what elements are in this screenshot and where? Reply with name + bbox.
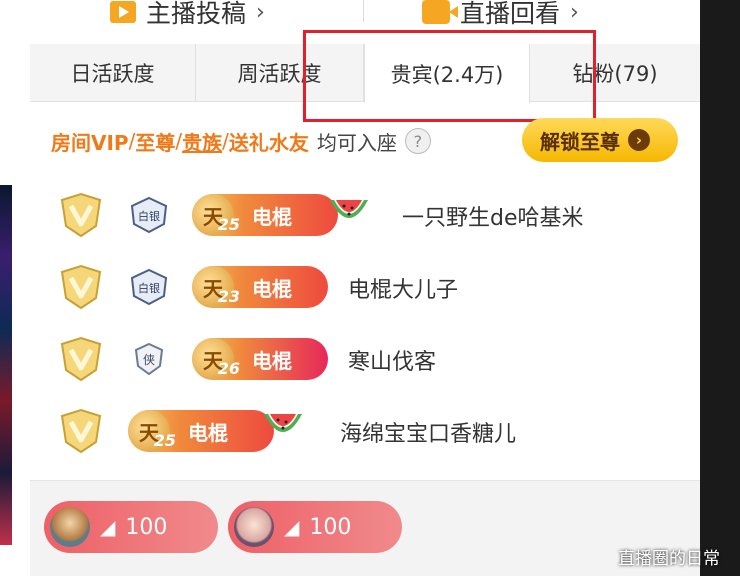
- fan-badge-name: 电棍: [252, 204, 292, 229]
- guest-row[interactable]: 天 25 电棍 海绵宝宝口香糖儿: [30, 400, 700, 460]
- notice-vip: 房间VIP: [51, 130, 129, 155]
- fan-badge-name: 电棍: [252, 348, 292, 373]
- rank-shield-icon: 白银: [130, 196, 168, 234]
- guest-name: 一只野生de哈基米: [402, 206, 584, 231]
- guest-name: 海绵宝宝口香糖儿: [340, 422, 517, 447]
- guest-name: 电棍大儿子: [348, 278, 459, 303]
- notice-separator: /: [222, 129, 229, 153]
- avatar: [50, 507, 90, 547]
- divider: [363, 0, 364, 22]
- notice-suffix: 均可入座: [316, 130, 397, 155]
- anchor-submission-label: 主播投稿: [146, 0, 247, 28]
- guest-name: 寒山伐客: [348, 350, 437, 375]
- video-play-icon: [110, 1, 136, 23]
- seat-notice: 房间VIP / 至尊 / 贵族 / 送礼水友 均可入座 ? 解锁至尊 ›: [30, 118, 700, 164]
- notice-separator: /: [175, 129, 183, 153]
- fan-badge: 天 23 电棍: [192, 266, 328, 308]
- guest-row[interactable]: 白银 天 25 电棍 一只野生de哈基米: [30, 184, 700, 244]
- fan-badge-name: 电棍: [188, 420, 228, 445]
- fan-badge: 天 25 电棍: [192, 194, 338, 236]
- shark-fin-icon: ◢: [100, 515, 116, 539]
- live-replay-label: 直播回看: [460, 0, 561, 28]
- anchor-submission-link[interactable]: 主播投稿 ›: [110, 0, 265, 32]
- left-stream-artwork: [0, 185, 12, 545]
- live-replay-link[interactable]: 直播回看 ›: [422, 0, 579, 32]
- sky-level-icon: 天 23: [192, 266, 240, 308]
- sky-level-icon: 天 25: [128, 410, 176, 452]
- fan-badge: 天 25 电棍: [128, 410, 274, 452]
- guest-row[interactable]: 白银 天 23 电棍 电棍大儿子: [30, 256, 700, 316]
- fan-badge-name: 电棍: [252, 276, 292, 301]
- fan-level: 25: [217, 215, 240, 234]
- rank-label: 白银: [138, 281, 160, 295]
- rank-shield-icon: 白银: [130, 268, 168, 306]
- arrow-right-icon: ›: [628, 129, 650, 151]
- notice-separator: /: [128, 129, 136, 153]
- notice-supreme: 至尊: [135, 130, 176, 155]
- watermelon-icon: [330, 200, 368, 218]
- chevron-right-icon: ›: [256, 0, 265, 25]
- rank-shield-icon: 侠: [134, 342, 164, 376]
- gift-count: 100: [125, 514, 168, 540]
- fan-level: 26: [217, 359, 240, 378]
- highlight-box: [303, 30, 596, 122]
- shark-fin-icon: ◢: [284, 515, 300, 539]
- watermelon-icon: [264, 414, 302, 432]
- fan-level: 23: [217, 287, 240, 306]
- guest-row[interactable]: 侠 天 26 电棍 寒山伐客: [30, 328, 700, 388]
- sky-level-icon: 天 26: [192, 338, 240, 380]
- fan-badge: 天 26 电棍: [192, 338, 328, 380]
- right-background: [700, 0, 740, 576]
- camera-icon: [422, 0, 458, 24]
- chevron-right-icon: ›: [570, 0, 579, 25]
- unlock-supreme-button[interactable]: 解锁至尊 ›: [522, 118, 678, 162]
- watermark: 直播圈的日常: [618, 549, 720, 569]
- fan-level: 25: [153, 431, 176, 450]
- guest-panel: 主播投稿 › 直播回看 › 日活跃度 周活跃度 贵宾(2.4万) 钻粉(79) …: [30, 0, 700, 576]
- vip-crown-icon: [60, 192, 102, 238]
- tab-daily-activity[interactable]: 日活跃度: [30, 44, 196, 102]
- vip-crown-icon: [60, 264, 102, 310]
- avatar: [234, 507, 274, 547]
- rank-label: 侠: [143, 353, 155, 367]
- gift-bar: ◢ 100 ◢ 100: [30, 480, 700, 576]
- notice-noble-link[interactable]: 贵族: [182, 127, 222, 156]
- gift-item[interactable]: ◢ 100: [228, 501, 402, 553]
- gift-count: 100: [309, 514, 352, 540]
- gift-item[interactable]: ◢ 100: [44, 501, 218, 553]
- notice-gifter: 送礼水友: [228, 130, 309, 155]
- sky-level-icon: 天 25: [192, 194, 240, 236]
- help-icon[interactable]: ?: [404, 128, 431, 154]
- rank-label: 白银: [138, 209, 160, 223]
- vip-crown-icon: [60, 408, 102, 454]
- vip-crown-icon: [60, 336, 102, 382]
- unlock-supreme-label: 解锁至尊: [540, 129, 620, 154]
